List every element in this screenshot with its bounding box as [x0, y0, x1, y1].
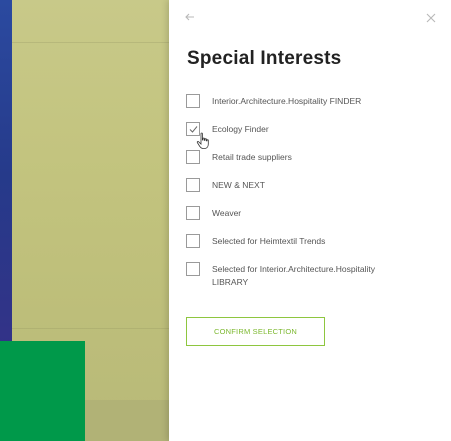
checkbox[interactable] — [186, 178, 200, 192]
checkbox[interactable] — [186, 150, 200, 164]
checkbox-checked[interactable] — [186, 122, 200, 136]
option-label: Ecology Finder — [212, 124, 269, 134]
checkbox[interactable] — [186, 234, 200, 248]
checkmark-icon — [189, 126, 198, 133]
option-label: Weaver — [212, 208, 242, 218]
confirm-selection-button[interactable]: CONFIRM SELECTION — [186, 317, 325, 346]
brand-green-block — [0, 341, 85, 441]
screen: Special Interests Interior.Architecture.… — [0, 0, 451, 441]
backdrop-divider — [12, 42, 169, 43]
arrow-left-icon[interactable] — [184, 11, 198, 25]
option-label: Retail trade suppliers — [212, 152, 292, 162]
checkbox[interactable] — [186, 262, 200, 276]
checkbox[interactable] — [186, 94, 200, 108]
option-label: NEW & NEXT — [212, 180, 265, 190]
panel-title: Special Interests — [187, 48, 342, 69]
close-icon[interactable] — [425, 11, 439, 25]
checkbox[interactable] — [186, 206, 200, 220]
option-label: Interior.Architecture.Hospitality FINDER — [212, 96, 362, 106]
option-label: Selected for Heimtextil Trends — [212, 236, 326, 246]
backdrop-divider — [12, 328, 169, 329]
option-label: Selected for Interior.Architecture.Hospi… — [212, 264, 375, 287]
special-interests-panel: Special Interests Interior.Architecture.… — [169, 0, 451, 441]
